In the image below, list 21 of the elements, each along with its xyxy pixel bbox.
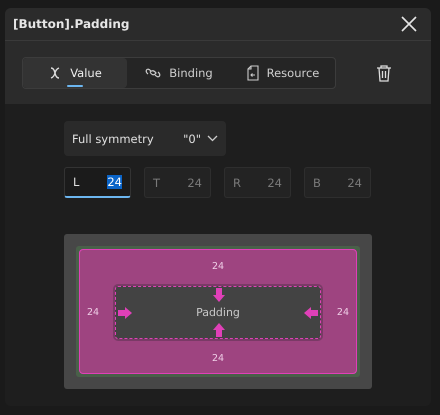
tab[interactable]: Resource	[231, 58, 335, 88]
trash-icon[interactable]	[376, 64, 392, 82]
arrow-right-icon	[118, 307, 132, 319]
input-field[interactable]: L 24	[64, 167, 131, 198]
tab[interactable]: Binding	[127, 58, 231, 88]
right-padding-value: 24	[336, 307, 349, 318]
symmetry-dropdown[interactable]: Full symmetry "0"	[64, 121, 226, 156]
input-field[interactable]: T 24	[144, 167, 211, 198]
left-padding-value: 24	[87, 307, 100, 318]
window-title: [Button].Padding	[13, 17, 130, 31]
input-field[interactable]: B 24	[304, 167, 371, 198]
close-icon[interactable]	[401, 16, 417, 32]
content-label: Padding	[196, 306, 240, 319]
chevron-down-icon	[207, 135, 218, 142]
top-padding-value: 24	[212, 261, 224, 272]
bottom-padding-value: 24	[212, 353, 224, 364]
document-icon	[246, 64, 259, 80]
arrow-left-icon	[304, 307, 318, 319]
link-icon	[145, 66, 162, 80]
input-field[interactable]: R 24	[224, 167, 291, 198]
tab[interactable]: Value	[23, 58, 127, 88]
